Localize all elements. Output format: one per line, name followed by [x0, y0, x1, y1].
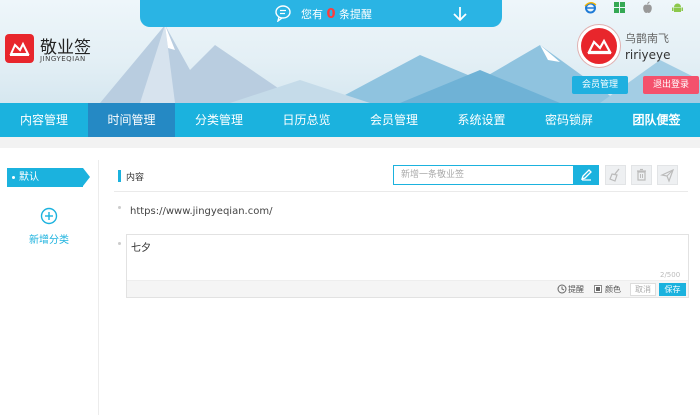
- logout-button[interactable]: 退出登录: [643, 76, 699, 94]
- nav-item-settings[interactable]: 系统设置: [438, 103, 525, 137]
- nav-item-category[interactable]: 分类管理: [175, 103, 263, 137]
- reminder-notice-prefix: 您有: [301, 8, 323, 21]
- cancel-button[interactable]: 取消: [630, 283, 656, 296]
- dot-icon: [12, 176, 15, 179]
- avatar[interactable]: [578, 25, 620, 67]
- char-counter: 2/500: [660, 271, 681, 279]
- content-area: 默认 新增分类 内容 新增一条敬业签 https://www.jingyeqia…: [0, 148, 700, 415]
- note-item[interactable]: https://www.jingyeqian.com/: [130, 206, 272, 217]
- plus-circle-icon[interactable]: [40, 207, 58, 225]
- member-management-button[interactable]: 会员管理: [572, 76, 628, 94]
- arrow-down-icon[interactable]: [452, 5, 468, 22]
- note-editor[interactable]: 七夕 2/500 提醒 颜色 取消 保存: [126, 234, 689, 298]
- reminder-notice-bar[interactable]: 您有 0 条提醒: [140, 0, 502, 27]
- nav-item-content[interactable]: 内容管理: [0, 103, 88, 137]
- apple-icon[interactable]: [641, 1, 654, 14]
- new-note-input[interactable]: [393, 165, 574, 185]
- clock-icon[interactable]: [557, 284, 567, 294]
- bullet-icon: [118, 206, 121, 209]
- add-category-button[interactable]: 新增分类: [29, 231, 69, 246]
- add-note-button[interactable]: [574, 165, 599, 185]
- header: 您有 0 条提醒 敬业签 JINGYEQIAN 乌鹊南飞 ririyeye 会员…: [0, 0, 700, 103]
- nav-item-time[interactable]: 时间管理: [88, 103, 175, 137]
- editor-toolbar: 提醒 颜色 取消 保存: [127, 280, 688, 297]
- logo-icon: [5, 34, 34, 63]
- main-nav: 内容管理 时间管理 分类管理 日历总览 会员管理 系统设置 密码锁屏 团队便签: [0, 103, 700, 137]
- user-id: ririyeye: [625, 48, 671, 62]
- color-button[interactable]: 颜色: [605, 284, 621, 295]
- send-button[interactable]: [657, 165, 678, 185]
- user-name: 乌鹊南飞: [625, 32, 669, 45]
- color-swatch-icon[interactable]: [594, 285, 602, 293]
- section-divider: [114, 191, 688, 192]
- reminder-notice-text: 您有 0 条提醒: [301, 6, 372, 22]
- brand-subtitle: JINGYEQIAN: [40, 55, 86, 63]
- delete-button[interactable]: [631, 165, 652, 185]
- nav-item-calendar[interactable]: 日历总览: [263, 103, 350, 137]
- pencil-icon: [580, 169, 592, 181]
- ie-icon[interactable]: [584, 1, 597, 14]
- save-button[interactable]: 保存: [659, 283, 686, 296]
- nav-item-lockscreen[interactable]: 密码锁屏: [525, 103, 613, 137]
- trash-icon: [637, 168, 646, 181]
- chat-bubble-icon: [275, 5, 291, 22]
- reminder-count: 0: [326, 7, 336, 22]
- android-icon[interactable]: [671, 1, 684, 14]
- sidebar-item-label: 默认: [19, 172, 39, 183]
- note-editor-text[interactable]: 七夕: [131, 239, 151, 254]
- paper-plane-icon: [660, 168, 675, 183]
- sidebar-item-default[interactable]: 默认: [7, 168, 90, 187]
- nav-item-member[interactable]: 会员管理: [350, 103, 438, 137]
- clear-button[interactable]: [605, 165, 626, 185]
- remind-button[interactable]: 提醒: [568, 284, 584, 295]
- bullet-icon: [118, 242, 121, 245]
- section-marker: [118, 170, 121, 182]
- windows-icon[interactable]: [613, 1, 626, 14]
- reminder-notice-suffix: 条提醒: [339, 8, 373, 21]
- section-label: 内容: [126, 173, 145, 183]
- sidebar-divider: [98, 160, 99, 415]
- nav-item-team-notes[interactable]: 团队便签: [613, 103, 700, 137]
- broom-icon: [609, 168, 620, 182]
